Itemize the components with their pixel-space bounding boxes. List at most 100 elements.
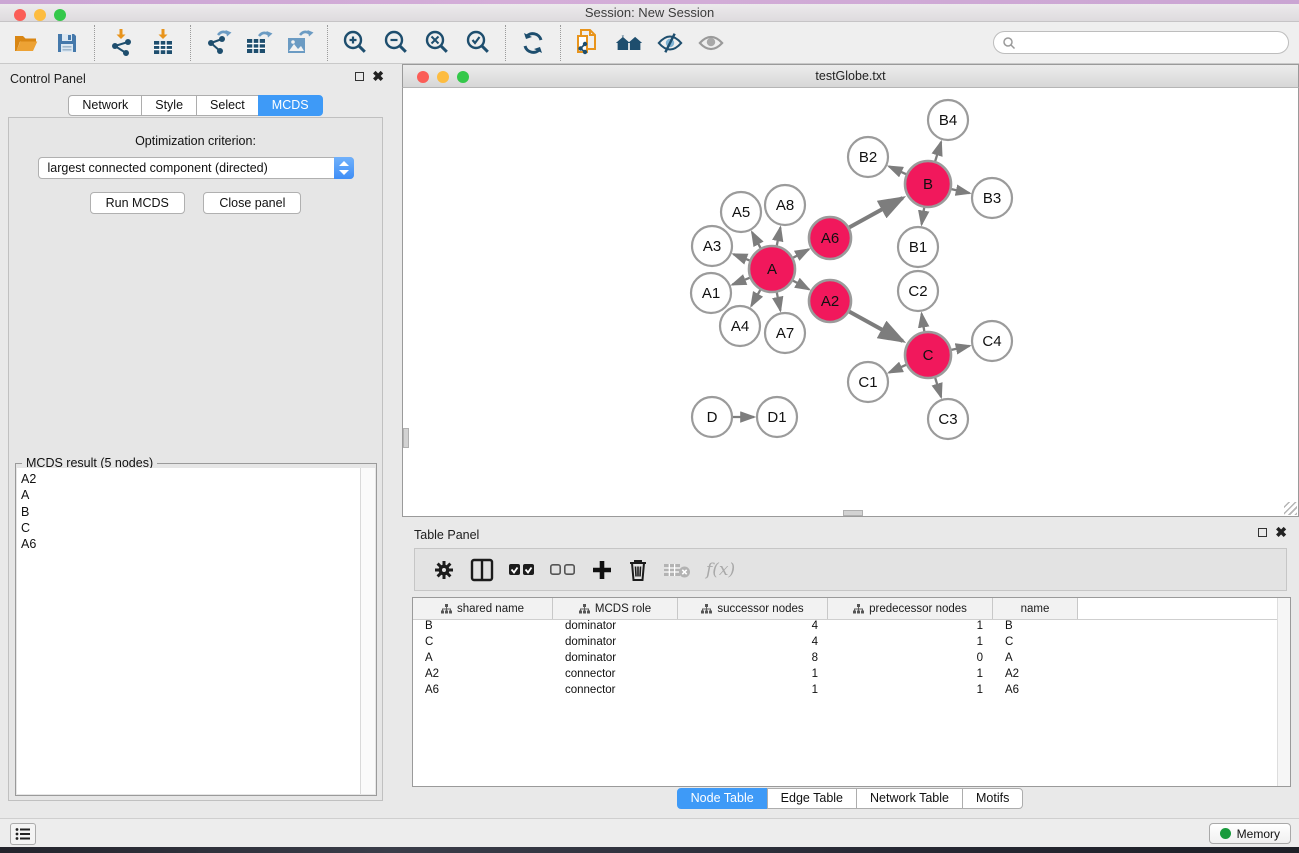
zoom-out-icon[interactable] — [382, 29, 410, 57]
zoom-fit-icon[interactable] — [423, 29, 451, 57]
table-float-panel-icon[interactable] — [1258, 528, 1267, 537]
graph-edge[interactable] — [951, 346, 969, 350]
table-cell[interactable]: 0 — [828, 652, 993, 668]
table-cell[interactable]: 8 — [678, 652, 828, 668]
tab-network-table[interactable]: Network Table — [856, 788, 963, 809]
criterion-dropdown[interactable]: largest connected component (directed) — [38, 157, 354, 179]
zoom-selected-icon[interactable] — [464, 29, 492, 57]
graph-edge[interactable] — [793, 281, 809, 290]
resize-grip[interactable] — [1284, 502, 1297, 515]
network-window-titlebar[interactable]: testGlobe.txt — [402, 64, 1299, 88]
table-cell[interactable]: dominator — [553, 636, 678, 652]
run-mcds-button[interactable]: Run MCDS — [90, 192, 185, 214]
result-list-item[interactable]: A6 — [21, 536, 360, 552]
graph-edge[interactable] — [935, 378, 941, 397]
table-cell[interactable]: A6 — [413, 684, 553, 700]
table-cell[interactable]: dominator — [553, 620, 678, 636]
export-image-icon[interactable] — [286, 29, 314, 57]
houses-icon[interactable] — [615, 29, 643, 57]
table-row[interactable]: A2connector11A2 — [413, 668, 1290, 684]
tab-network[interactable]: Network — [68, 95, 142, 116]
table-row[interactable]: Adominator80A — [413, 652, 1290, 668]
add-column-icon[interactable] — [591, 557, 613, 583]
vertical-scroll-thumb[interactable] — [403, 428, 409, 448]
graph-edge[interactable] — [922, 314, 925, 332]
table-row[interactable]: Cdominator41C — [413, 636, 1290, 652]
result-list-item[interactable]: A — [21, 487, 360, 503]
delete-column-icon[interactable] — [628, 557, 648, 583]
result-list-item[interactable]: B — [21, 504, 360, 520]
zoom-in-icon[interactable] — [341, 29, 369, 57]
result-list-item[interactable]: C — [21, 520, 360, 536]
graph-edge[interactable] — [889, 166, 906, 174]
column-header-predecessor-nodes[interactable]: predecessor nodes — [828, 598, 993, 619]
table-cell[interactable]: 1 — [828, 684, 993, 700]
table-cell[interactable]: 1 — [678, 684, 828, 700]
import-network-icon[interactable] — [108, 29, 136, 57]
network-canvas[interactable]: B4B2BB3A5A8A6B1A3AC2A1A2A4A7C4CC1DD1C3 — [402, 88, 1299, 517]
graph-edge[interactable] — [935, 142, 941, 161]
graph-edge[interactable] — [889, 365, 906, 373]
tab-select[interactable]: Select — [196, 95, 259, 116]
export-network-icon[interactable] — [204, 29, 232, 57]
table-cell[interactable]: C — [413, 636, 553, 652]
table-cell[interactable]: A — [413, 652, 553, 668]
table-cell[interactable]: dominator — [553, 652, 678, 668]
memory-button[interactable]: Memory — [1209, 823, 1291, 844]
column-header-name[interactable]: name — [993, 598, 1078, 619]
graph-edge[interactable] — [752, 232, 761, 248]
result-scrollbar[interactable] — [360, 468, 375, 794]
table-cell[interactable]: 1 — [828, 620, 993, 636]
save-session-icon[interactable] — [53, 29, 81, 57]
tab-node-table[interactable]: Node Table — [677, 788, 768, 809]
horizontal-scroll-thumb[interactable] — [843, 510, 863, 516]
graph-edge[interactable] — [777, 228, 781, 246]
search-field[interactable] — [993, 31, 1289, 54]
delete-table-icon[interactable] — [663, 557, 691, 583]
table-row[interactable]: A6connector11A6 — [413, 684, 1290, 700]
tab-style[interactable]: Style — [141, 95, 197, 116]
graph-edge[interactable] — [751, 290, 760, 306]
tab-edge-table[interactable]: Edge Table — [767, 788, 857, 809]
table-cell[interactable]: A2 — [413, 668, 553, 684]
import-table-icon[interactable] — [149, 29, 177, 57]
table-cell[interactable]: 4 — [678, 636, 828, 652]
column-header-successor-nodes[interactable]: successor nodes — [678, 598, 828, 619]
graph-edge[interactable] — [732, 278, 749, 285]
table-cell[interactable]: B — [413, 620, 553, 636]
graph-edge[interactable] — [849, 312, 902, 341]
table-cell[interactable]: 1 — [828, 668, 993, 684]
table-cell[interactable]: A — [993, 652, 1078, 668]
task-history-button[interactable] — [10, 823, 36, 845]
graph-edge[interactable] — [922, 208, 925, 225]
eye-icon[interactable] — [697, 29, 725, 57]
table-row[interactable]: Bdominator41B — [413, 620, 1290, 636]
table-cell[interactable]: 1 — [828, 636, 993, 652]
function-builder-icon[interactable]: f(x) — [706, 557, 735, 583]
table-cell[interactable]: connector — [553, 684, 678, 700]
table-cell[interactable]: 4 — [678, 620, 828, 636]
gear-icon[interactable] — [433, 557, 455, 583]
close-panel-icon[interactable]: ✖ — [372, 71, 384, 81]
export-table-icon[interactable] — [245, 29, 273, 57]
table-cell[interactable]: connector — [553, 668, 678, 684]
open-file-icon[interactable] — [12, 29, 40, 57]
graph-edge[interactable] — [734, 254, 750, 260]
table-close-panel-icon[interactable]: ✖ — [1275, 527, 1287, 537]
result-list-item[interactable]: A2 — [21, 471, 360, 487]
close-panel-button[interactable]: Close panel — [203, 192, 301, 214]
table-cell[interactable]: B — [993, 620, 1078, 636]
table-scrollbar[interactable] — [1277, 598, 1290, 786]
table-cell[interactable]: A2 — [993, 668, 1078, 684]
float-panel-icon[interactable] — [355, 72, 364, 81]
column-header-shared-name[interactable]: shared name — [413, 598, 553, 619]
graph-edge[interactable] — [793, 249, 809, 257]
graph-edge[interactable] — [777, 293, 781, 311]
refresh-icon[interactable] — [519, 29, 547, 57]
columns-icon[interactable] — [470, 557, 494, 583]
graph-edge[interactable] — [951, 189, 969, 193]
table-cell[interactable]: C — [993, 636, 1078, 652]
column-header-MCDS-role[interactable]: MCDS role — [553, 598, 678, 619]
deselect-all-checkboxes-icon[interactable] — [550, 557, 576, 583]
select-all-checkboxes-icon[interactable] — [509, 557, 535, 583]
